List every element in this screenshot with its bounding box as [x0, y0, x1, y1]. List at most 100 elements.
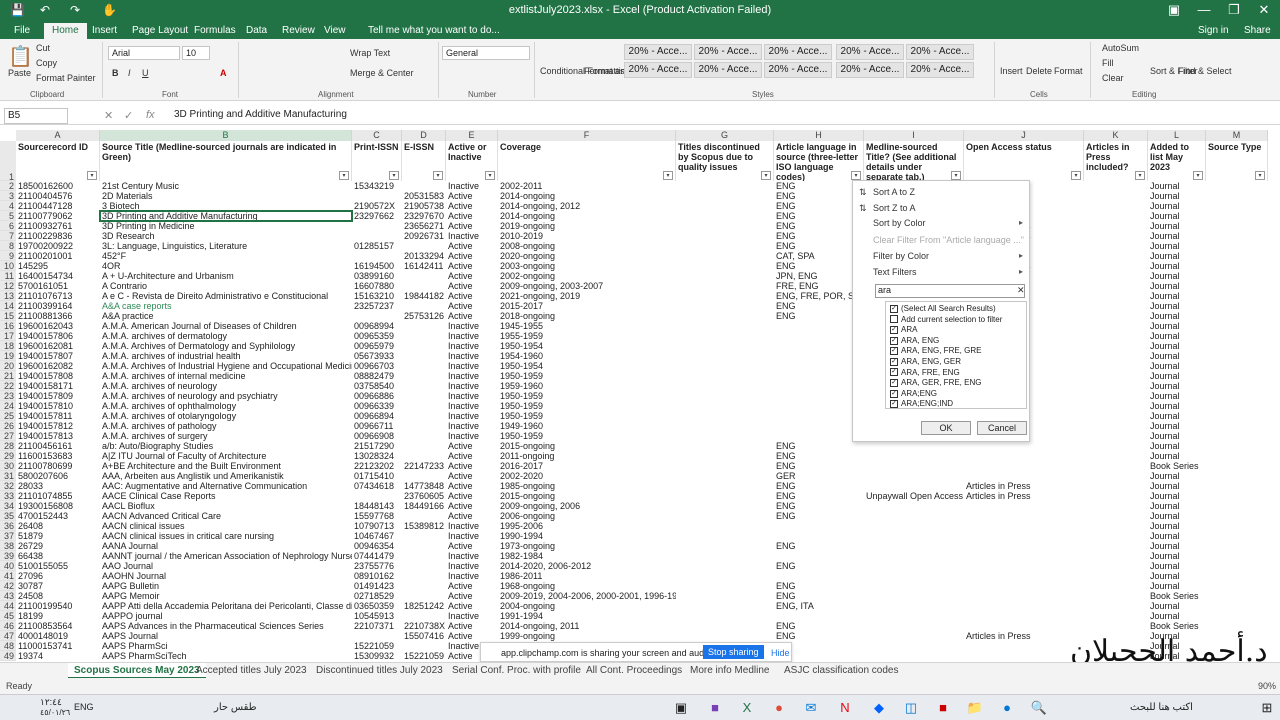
table-cell[interactable]: [676, 291, 774, 301]
table-cell[interactable]: AACN clinical issues: [100, 521, 352, 531]
table-cell[interactable]: [774, 331, 864, 341]
table-cell[interactable]: Active: [446, 301, 498, 311]
table-cell[interactable]: [1084, 521, 1148, 531]
table-cell[interactable]: [864, 631, 964, 641]
enter-icon[interactable]: ✓: [124, 109, 133, 122]
table-cell[interactable]: Journal: [1148, 201, 1206, 211]
number-format-select[interactable]: General: [442, 46, 530, 60]
edge-icon[interactable]: ●: [998, 699, 1016, 717]
table-cell[interactable]: [402, 531, 446, 541]
table-cell[interactable]: [352, 631, 402, 641]
table-cell[interactable]: Inactive: [446, 391, 498, 401]
table-cell[interactable]: 15343219: [352, 181, 402, 191]
sheet-tab[interactable]: Serial Conf. Proc. with profile: [446, 663, 587, 679]
table-cell[interactable]: 2020-ongoing: [498, 251, 676, 261]
table-cell[interactable]: AACE Clinical Case Reports: [100, 491, 352, 501]
table-cell[interactable]: Inactive: [446, 551, 498, 561]
table-cell[interactable]: 1991-1994: [498, 611, 676, 621]
table-cell[interactable]: Journal: [1148, 261, 1206, 271]
table-cell[interactable]: AAOHN Journal: [100, 571, 352, 581]
table-cell[interactable]: 4000148019: [16, 631, 100, 641]
table-cell[interactable]: Journal: [1148, 611, 1206, 621]
table-cell[interactable]: ENG: [774, 591, 864, 601]
table-cell[interactable]: [402, 321, 446, 331]
style-cell[interactable]: 20% - Acce...: [694, 62, 762, 78]
table-cell[interactable]: [774, 531, 864, 541]
table-cell[interactable]: Journal: [1148, 451, 1206, 461]
table-cell[interactable]: 1954-1960: [498, 351, 676, 361]
table-cell[interactable]: Journal: [1148, 511, 1206, 521]
table-cell[interactable]: 1950-1954: [498, 341, 676, 351]
table-cell[interactable]: Active: [446, 461, 498, 471]
table-cell[interactable]: FRE, ENG: [774, 281, 864, 291]
table-cell[interactable]: 1950-1954: [498, 361, 676, 371]
cancel-button[interactable]: Cancel: [977, 421, 1027, 435]
table-cell[interactable]: 21st Century Music: [100, 181, 352, 191]
table-cell[interactable]: 4OR: [100, 261, 352, 271]
row-header[interactable]: 32: [0, 481, 16, 491]
table-cell[interactable]: Active: [446, 591, 498, 601]
table-cell[interactable]: [964, 611, 1084, 621]
table-cell[interactable]: GER: [774, 471, 864, 481]
checkbox-icon[interactable]: ✓: [890, 326, 898, 335]
table-cell[interactable]: A+BE Architecture and the Built Environm…: [100, 461, 352, 471]
table-cell[interactable]: 18448143: [352, 501, 402, 511]
fill-button[interactable]: Fill: [1102, 58, 1114, 68]
checkbox-icon[interactable]: ✓: [890, 389, 898, 398]
row-header[interactable]: 45: [0, 611, 16, 621]
table-cell[interactable]: 19400157811: [16, 411, 100, 421]
table-cell[interactable]: [402, 611, 446, 621]
table-cell[interactable]: 26729: [16, 541, 100, 551]
table-cell[interactable]: A&A case reports: [100, 301, 352, 311]
table-cell[interactable]: ENG: [774, 481, 864, 491]
table-cell[interactable]: 03899160: [352, 271, 402, 281]
sheet-tab[interactable]: All Cont. Proceedings: [580, 663, 688, 679]
table-cell[interactable]: 30787: [16, 581, 100, 591]
row-header[interactable]: 15: [0, 311, 16, 321]
table-cell[interactable]: 2015-ongoing: [498, 441, 676, 451]
mail-icon[interactable]: ✉: [802, 699, 820, 717]
row-header[interactable]: 9: [0, 251, 16, 261]
table-cell[interactable]: [1084, 411, 1148, 421]
row-header[interactable]: 46: [0, 621, 16, 631]
table-cell[interactable]: Active: [446, 601, 498, 611]
table-cell[interactable]: 1950-1959: [498, 401, 676, 411]
table-cell[interactable]: [676, 541, 774, 551]
table-cell[interactable]: [864, 601, 964, 611]
table-cell[interactable]: Active: [446, 201, 498, 211]
table-cell[interactable]: 1945-1955: [498, 321, 676, 331]
table-cell[interactable]: [864, 551, 964, 561]
table-cell[interactable]: 01491423: [352, 581, 402, 591]
table-cell[interactable]: 2014-ongoing: [498, 211, 676, 221]
table-cell[interactable]: 19300156808: [16, 501, 100, 511]
table-cell[interactable]: 23297662: [352, 211, 402, 221]
table-cell[interactable]: [964, 541, 1084, 551]
row-header[interactable]: 36: [0, 521, 16, 531]
table-cell[interactable]: Journal: [1148, 551, 1206, 561]
table-cell[interactable]: A + U-Architecture and Urbanism: [100, 271, 352, 281]
table-cell[interactable]: 2014-ongoing, 2012: [498, 201, 676, 211]
table-cell[interactable]: [676, 331, 774, 341]
table-cell[interactable]: Inactive: [446, 231, 498, 241]
table-cell[interactable]: 2004-ongoing: [498, 601, 676, 611]
table-cell[interactable]: [964, 441, 1084, 451]
style-cell[interactable]: 20% - Acce...: [836, 62, 904, 78]
row-header[interactable]: 18: [0, 341, 16, 351]
search-icon[interactable]: 🔍: [1030, 699, 1048, 717]
row-header[interactable]: 25: [0, 411, 16, 421]
filter-list-item[interactable]: ✓ ARA, GER, FRE, ENG: [890, 378, 981, 387]
table-cell[interactable]: [1084, 271, 1148, 281]
table-cell[interactable]: [402, 411, 446, 421]
paste-button[interactable]: Paste: [8, 68, 31, 78]
table-cell[interactable]: 21101076713: [16, 291, 100, 301]
table-cell[interactable]: [1084, 451, 1148, 461]
table-cell[interactable]: [676, 481, 774, 491]
table-cell[interactable]: 16607880: [352, 281, 402, 291]
table-cell[interactable]: [864, 621, 964, 631]
tab-home[interactable]: Home: [44, 23, 87, 39]
table-cell[interactable]: 10790713: [352, 521, 402, 531]
table-cell[interactable]: A Contrario: [100, 281, 352, 291]
table-cell[interactable]: [964, 651, 1084, 661]
table-cell[interactable]: Journal: [1148, 271, 1206, 281]
table-cell[interactable]: Inactive: [446, 181, 498, 191]
